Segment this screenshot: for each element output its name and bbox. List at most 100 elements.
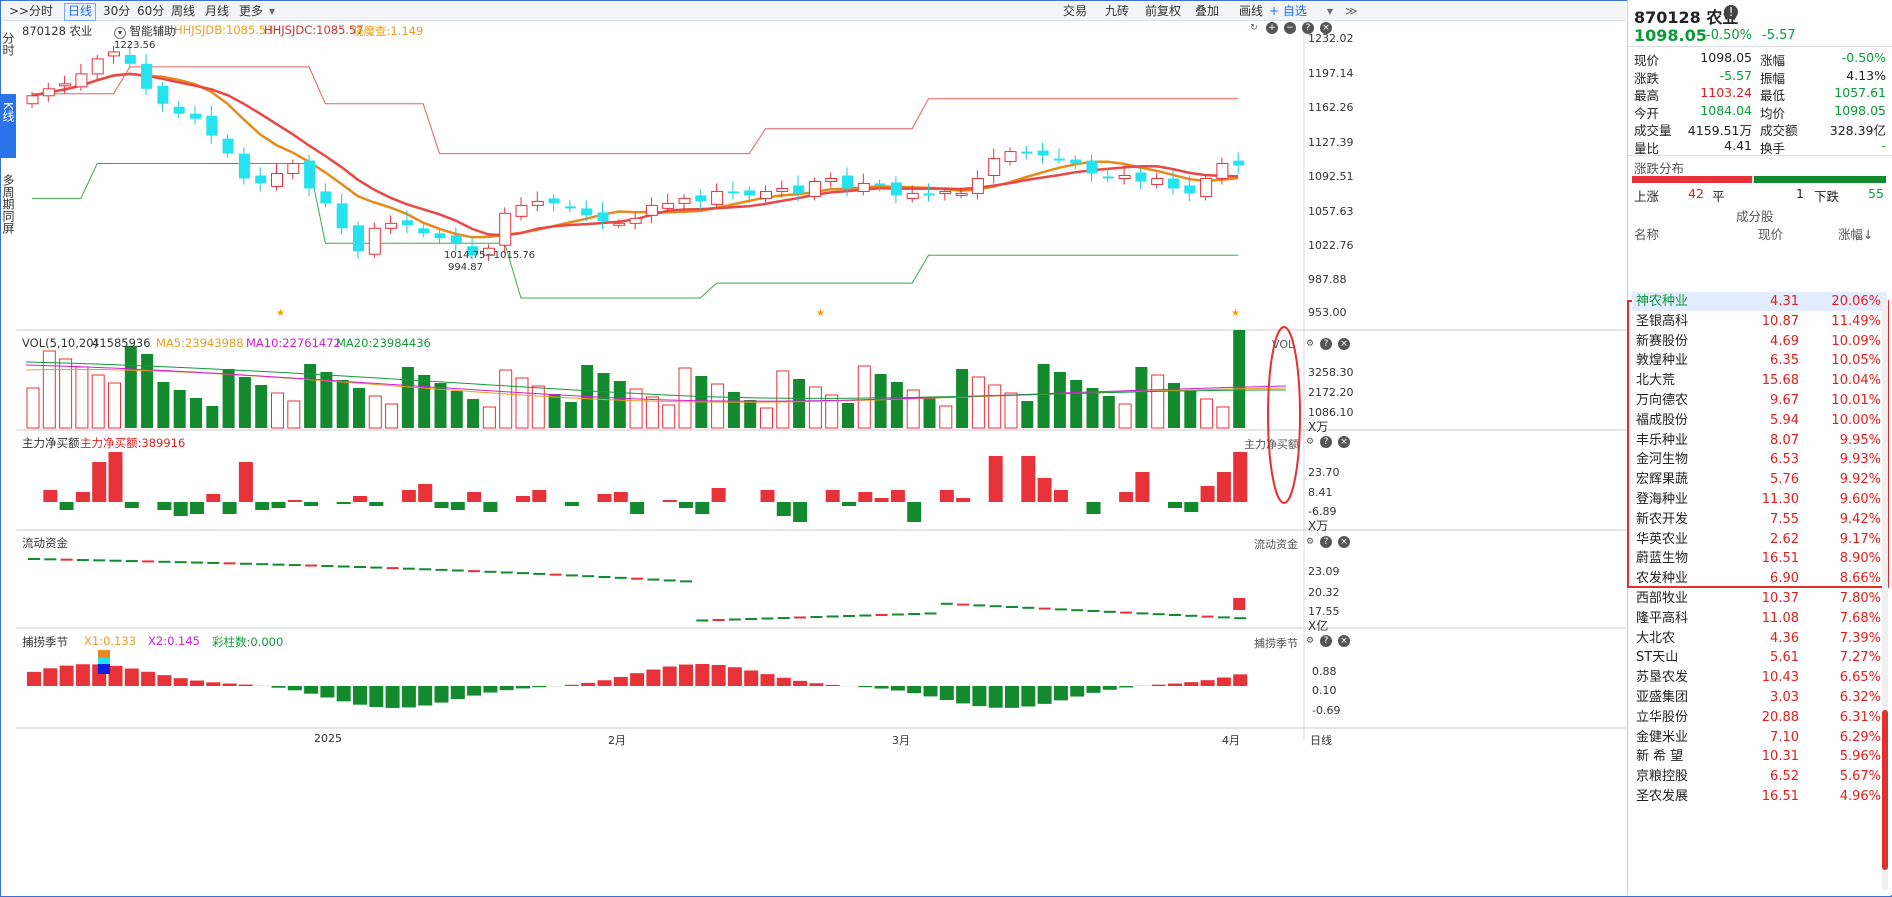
assist-label[interactable]: ▾ 智能辅助: [114, 23, 176, 39]
constituent-row[interactable]: 新农开发 7.55 9.42%: [1632, 510, 1887, 529]
liquidity-dash: [451, 569, 464, 572]
constituent-row[interactable]: 神农种业 4.31 20.06%: [1632, 292, 1887, 311]
constituent-row[interactable]: 万向德农 9.67 10.01%: [1632, 391, 1887, 410]
refresh-icon[interactable]: ↻: [1248, 22, 1260, 34]
season-bar: [222, 683, 237, 686]
constituent-row[interactable]: 宏辉果蔬 5.76 9.92%: [1632, 470, 1887, 489]
col-price[interactable]: 现价: [1758, 224, 1783, 243]
constituent-row[interactable]: 新 希 望 10.31 5.96%: [1632, 747, 1887, 766]
close-icon[interactable]: ×: [1338, 338, 1350, 350]
settings-icon[interactable]: ⚙: [1304, 536, 1316, 548]
season-bar: [972, 686, 987, 707]
overlay-button[interactable]: 叠加: [1192, 3, 1222, 19]
quote-label: 最高: [1634, 88, 1660, 103]
volume-bar: [906, 389, 920, 429]
info-icon[interactable]: !: [1724, 5, 1738, 19]
trade-button[interactable]: 交易: [1060, 3, 1090, 19]
constituent-row[interactable]: 立华股份 20.88 6.31%: [1632, 708, 1887, 727]
help-icon[interactable]: ?: [1320, 536, 1332, 548]
close-icon[interactable]: ×: [1338, 635, 1350, 647]
constituent-row[interactable]: 亚盛集团 3.03 6.32%: [1632, 688, 1887, 707]
more-dropdown-icon[interactable]: ▾: [266, 3, 278, 19]
constituent-row[interactable]: 金河生物 6.53 9.93%: [1632, 450, 1887, 469]
constituent-row[interactable]: 敦煌种业 6.35 10.05%: [1632, 351, 1887, 370]
tab-intraday[interactable]: 分时: [26, 3, 56, 19]
nine-brick-button[interactable]: 九砖: [1102, 3, 1132, 19]
constituent-row[interactable]: 农发种业 6.90 8.66%: [1632, 569, 1887, 588]
vtab-multi-period[interactable]: 多周期同屏: [0, 174, 16, 274]
liquidity-dash: [305, 564, 318, 567]
constituent-row[interactable]: 蔚蓝生物 16.51 8.90%: [1632, 549, 1887, 568]
constituent-row[interactable]: 隆平高科 11.08 7.68%: [1632, 609, 1887, 628]
tab-daily[interactable]: 日线: [64, 3, 97, 21]
liquidity-dash: [272, 563, 285, 566]
volume-bar: [287, 400, 301, 429]
vtab-intraday[interactable]: 分时: [0, 32, 16, 68]
stock-price: 6.52: [1770, 769, 1799, 785]
volume-bar: [1004, 392, 1018, 429]
candle-body: [59, 83, 72, 87]
dist-down-bar: [1754, 176, 1886, 183]
tab-30min[interactable]: 30分: [100, 3, 133, 19]
constituent-row[interactable]: 华英农业 2.62 9.17%: [1632, 530, 1887, 549]
constituent-row[interactable]: 金健米业 7.10 6.29%: [1632, 728, 1887, 747]
add-watchlist-button[interactable]: + 自选: [1266, 3, 1310, 19]
watchlist-dropdown-icon[interactable]: ▾: [1324, 3, 1336, 19]
col-name[interactable]: 名称: [1634, 224, 1659, 243]
vol-tick: 2172.20: [1308, 386, 1354, 399]
divider: [1628, 46, 1892, 47]
constituent-row[interactable]: 西部牧业 10.37 7.80%: [1632, 589, 1887, 608]
help-icon[interactable]: ?: [1320, 436, 1332, 448]
season-bar: [43, 668, 58, 686]
zoom-in-icon[interactable]: +: [1266, 22, 1278, 34]
constituent-row[interactable]: 丰乐种业 8.07 9.95%: [1632, 431, 1887, 450]
constituent-row[interactable]: 大北农 4.36 7.39%: [1632, 629, 1887, 648]
constituent-row[interactable]: 圣农发展 16.51 4.96%: [1632, 787, 1887, 806]
expand-icon[interactable]: ≫: [1342, 3, 1361, 19]
help-icon[interactable]: ?: [1320, 338, 1332, 350]
close-icon[interactable]: ×: [1338, 536, 1350, 548]
scrollbar-track[interactable]: [1882, 300, 1888, 890]
season-legend-x2: X2:0.145: [148, 634, 200, 648]
col-change-sorted[interactable]: 涨幅↓: [1838, 224, 1873, 243]
tab-60min[interactable]: 60分: [134, 3, 167, 19]
constituent-row[interactable]: 苏垦农发 10.43 6.65%: [1632, 668, 1887, 687]
kline-chart-area[interactable]: ★ ★ ★ 870128 农业 ▾ 智能辅助 HHJSJDB:1085.53 HHJ…: [16, 20, 1626, 895]
date-tick: 3月: [892, 734, 910, 747]
vtab-kline[interactable]: K线: [0, 94, 16, 158]
liquidity-dash: [973, 604, 986, 607]
flow-bar: [271, 502, 286, 508]
constituent-row[interactable]: 圣银高科 10.87 11.49%: [1632, 312, 1887, 331]
quote-label: 均价: [1760, 105, 1786, 121]
settings-icon[interactable]: ⚙: [1304, 338, 1316, 350]
settings-icon[interactable]: ⚙: [1304, 436, 1316, 448]
help-icon[interactable]: ?: [1302, 22, 1314, 34]
stock-change: 9.95%: [1839, 432, 1881, 448]
tab-monthly[interactable]: 月线: [202, 3, 232, 19]
constituent-row[interactable]: 北大荒 15.68 10.04%: [1632, 371, 1887, 390]
zoom-out-icon[interactable]: −: [1284, 22, 1296, 34]
adjust-button[interactable]: 前复权: [1142, 3, 1184, 19]
close-icon[interactable]: ×: [1320, 22, 1332, 34]
settings-icon[interactable]: ⚙: [1304, 635, 1316, 647]
constituent-row[interactable]: ST天山 5.61 7.27%: [1632, 648, 1887, 667]
chart-canvas[interactable]: ★ ★ ★: [16, 20, 1626, 895]
help-icon[interactable]: ?: [1320, 635, 1332, 647]
draw-button[interactable]: 画线: [1236, 3, 1266, 19]
vtab-kline-label: K线: [1, 102, 15, 122]
star-marker-icon: ★: [276, 308, 285, 319]
close-icon[interactable]: ×: [1338, 436, 1350, 448]
stock-price: 5.76: [1770, 472, 1799, 488]
constituent-row[interactable]: 京粮控股 6.52 5.67%: [1632, 767, 1887, 786]
flow-bar: [760, 490, 775, 502]
tab-weekly[interactable]: 周线: [168, 3, 198, 19]
tab-more[interactable]: 更多: [236, 3, 266, 19]
scrollbar-thumb[interactable]: [1882, 710, 1888, 870]
constituent-row[interactable]: 福成股份 5.94 10.00%: [1632, 411, 1887, 430]
flow-bar: [956, 498, 971, 502]
candle-body: [124, 54, 136, 64]
flow-legend-name: 主力净买额: [22, 436, 80, 450]
liq-tag: 流动资金: [1254, 538, 1298, 551]
constituent-row[interactable]: 登海种业 11.30 9.60%: [1632, 490, 1887, 509]
constituent-row[interactable]: 新赛股份 4.69 10.09%: [1632, 332, 1887, 351]
